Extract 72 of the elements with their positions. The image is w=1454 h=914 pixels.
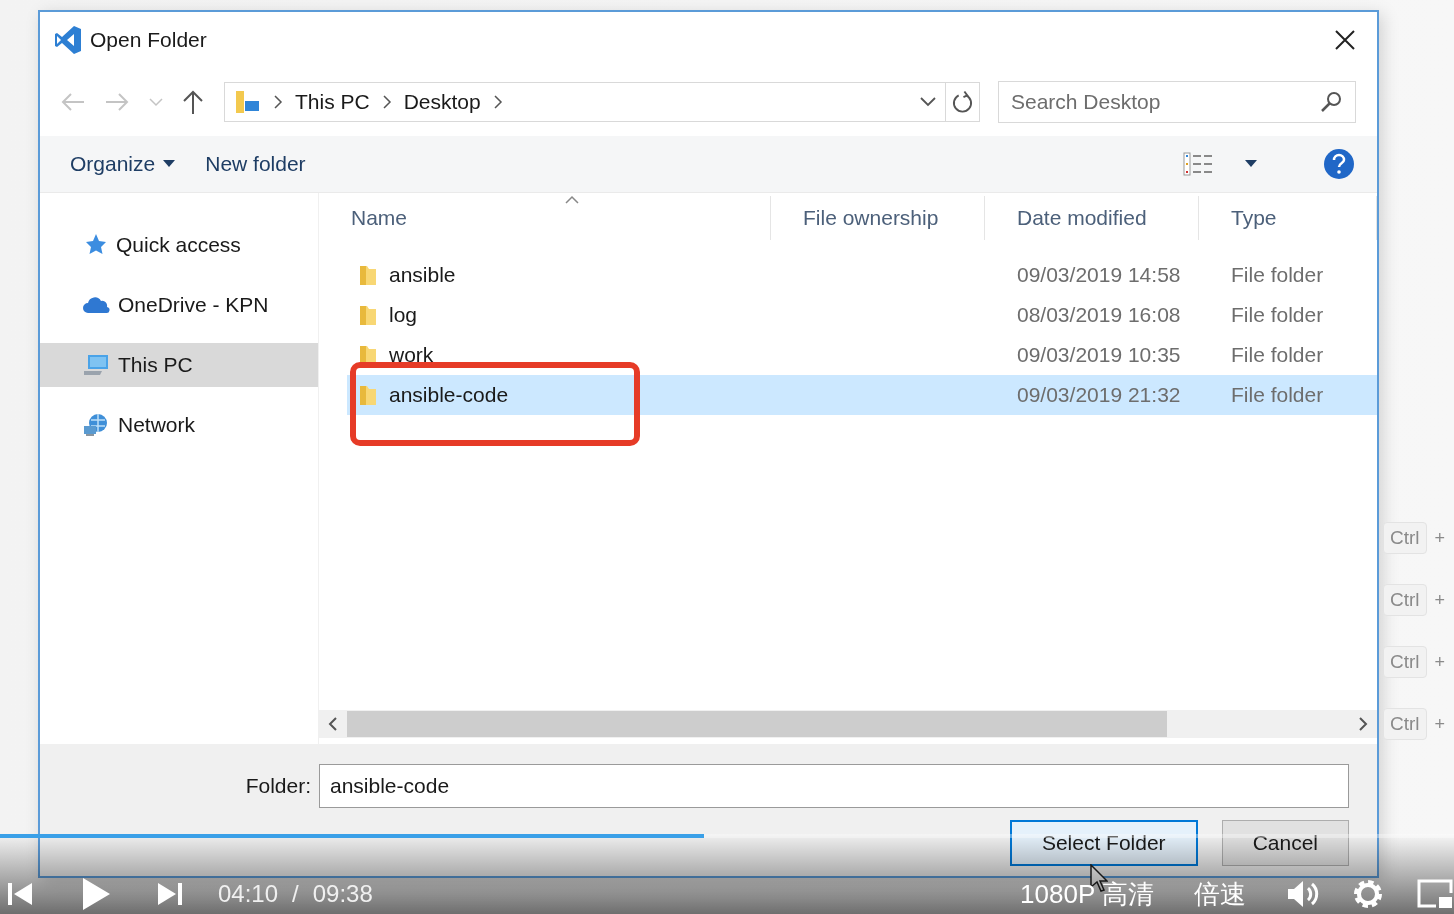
sidebar-item[interactable]: Quick access	[40, 223, 318, 267]
key-hint: Ctrl	[1383, 584, 1427, 616]
column-header[interactable]: Name	[319, 196, 771, 240]
sort-caret-icon	[565, 195, 579, 204]
file-row[interactable]: ansible 09/03/2019 14:58 File folder	[347, 255, 1377, 295]
cloud-icon	[82, 295, 110, 315]
sidebar-item[interactable]: This PC	[40, 343, 318, 387]
volume-icon[interactable]	[1286, 879, 1320, 909]
file-name: ansible	[389, 263, 456, 287]
plus-sign: +	[1434, 589, 1446, 611]
key-hint: Ctrl	[1383, 646, 1427, 678]
date-cell-text: 09/03/2019 14:58	[1016, 263, 1182, 287]
caret-icon	[163, 160, 176, 168]
chevron-right-icon	[381, 94, 392, 110]
column-header[interactable]: Type	[1199, 196, 1377, 240]
type-cell-text: File folder	[1230, 383, 1325, 407]
column-header[interactable]: File ownership	[771, 196, 985, 240]
search-icon	[1320, 91, 1342, 113]
window-title: Open Folder	[90, 28, 208, 52]
folder-icon	[359, 384, 377, 406]
key-hint: Ctrl	[1383, 522, 1427, 554]
current-time: 04:10	[218, 880, 279, 908]
scrollbar-thumb[interactable]	[347, 711, 1167, 737]
time-separator: /	[292, 880, 299, 908]
chevron-down-icon[interactable]	[919, 96, 937, 108]
date-cell-text: 09/03/2019 10:35	[1016, 343, 1182, 367]
file-row[interactable]: log 08/03/2019 16:08 File folder	[347, 295, 1377, 335]
sidebar-item[interactable]: OneDrive - KPN	[40, 283, 318, 327]
pc-folder-icon	[235, 89, 261, 115]
app-logo-icon	[54, 25, 82, 55]
cancel-button[interactable]: Cancel	[1221, 820, 1349, 866]
play-button[interactable]	[80, 876, 112, 912]
type-cell-text: File folder	[1230, 263, 1325, 287]
horizontal-scrollbar[interactable]	[319, 710, 1377, 738]
breadcrumb-item[interactable]: Desktop	[403, 90, 481, 114]
address-bar[interactable]: This PC Desktop	[224, 82, 980, 122]
sidebar-item[interactable]: Network	[40, 403, 318, 447]
previous-button[interactable]	[6, 880, 34, 908]
scroll-left-icon[interactable]	[327, 716, 339, 732]
search-field[interactable]: Search Desktop	[998, 81, 1356, 123]
new-folder-button[interactable]: New folder	[205, 148, 328, 180]
date-cell-text: 09/03/2019 21:32	[1016, 383, 1182, 407]
duration-time: 09:38	[312, 880, 373, 908]
file-name: ansible-code	[389, 383, 509, 407]
plus-sign: +	[1434, 527, 1446, 549]
folder-input[interactable]: ansible-code	[319, 764, 1349, 808]
select-folder-button[interactable]: Select Folder	[1009, 820, 1198, 866]
folder-icon	[359, 264, 377, 286]
scroll-right-icon[interactable]	[1357, 716, 1369, 732]
chevron-right-icon	[273, 94, 283, 110]
file-name: work	[389, 343, 434, 367]
folder-icon	[359, 304, 377, 326]
refresh-icon[interactable]	[952, 90, 973, 114]
next-button[interactable]	[156, 880, 184, 908]
date-cell-text: 08/03/2019 16:08	[1016, 303, 1182, 327]
network-icon	[82, 412, 110, 438]
organize-menu[interactable]: Organize	[70, 148, 198, 180]
close-icon[interactable]	[1333, 28, 1357, 52]
file-row[interactable]: ansible-code 09/03/2019 21:32 File folder	[347, 375, 1377, 415]
folder-label: Folder:	[245, 774, 311, 798]
plus-sign: +	[1434, 651, 1446, 673]
type-cell-text: File folder	[1230, 343, 1325, 367]
file-name: log	[389, 303, 418, 327]
key-hint: Ctrl	[1383, 708, 1427, 740]
picture-in-picture-icon[interactable]	[1416, 878, 1454, 910]
plus-sign: +	[1434, 713, 1446, 735]
file-row[interactable]: work 09/03/2019 10:35 File folder	[347, 335, 1377, 375]
breadcrumb-item[interactable]: This PC	[295, 90, 370, 114]
column-header[interactable]: Date modified	[985, 196, 1199, 240]
type-cell-text: File folder	[1230, 303, 1325, 327]
computer-icon	[82, 353, 110, 377]
chevron-right-icon	[492, 94, 503, 110]
